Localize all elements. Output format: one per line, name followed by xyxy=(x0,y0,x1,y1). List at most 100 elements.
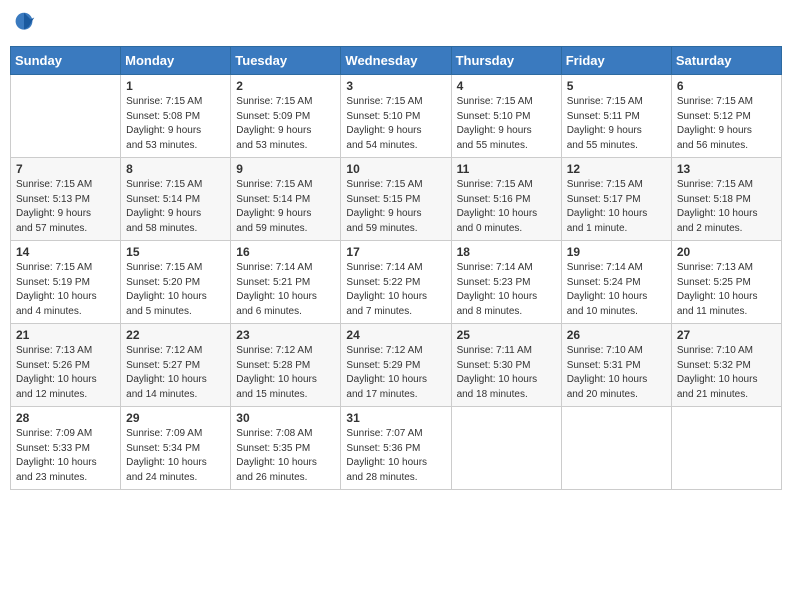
calendar-cell: 5 Sunrise: 7:15 AMSunset: 5:11 PMDaylight… xyxy=(561,75,671,158)
day-info: Sunrise: 7:15 AMSunset: 5:16 PMDaylight:… xyxy=(457,178,556,236)
calendar-cell: 6 Sunrise: 7:15 AMSunset: 5:12 PMDaylight… xyxy=(671,75,781,158)
calendar-cell: 2 Sunrise: 7:15 AMSunset: 5:09 PMDaylight… xyxy=(231,75,341,158)
day-number: 21 xyxy=(16,328,115,342)
day-number: 10 xyxy=(346,162,445,176)
calendar-cell: 15 Sunrise: 7:15 AMSunset: 5:20 PMDayligh… xyxy=(121,241,231,324)
day-info: Sunrise: 7:15 AMSunset: 5:09 PMDaylight:… xyxy=(236,95,335,153)
logo xyxy=(10,10,42,38)
calendar-cell: 23 Sunrise: 7:12 AMSunset: 5:28 PMDayligh… xyxy=(231,324,341,407)
day-number: 5 xyxy=(567,79,666,93)
day-number: 23 xyxy=(236,328,335,342)
calendar-cell: 3 Sunrise: 7:15 AMSunset: 5:10 PMDaylight… xyxy=(341,75,451,158)
day-info: Sunrise: 7:15 AMSunset: 5:11 PMDaylight:… xyxy=(567,95,666,153)
calendar-cell: 4Sunrise: 7:15 AMSunset: 5:10 PMDaylight… xyxy=(451,75,561,158)
day-number: 3 xyxy=(346,79,445,93)
day-number: 11 xyxy=(457,162,556,176)
weekday-header-friday: Friday xyxy=(561,47,671,75)
day-number: 19 xyxy=(567,245,666,259)
day-info: Sunrise: 7:15 AMSunset: 5:17 PMDaylight:… xyxy=(567,178,666,236)
calendar-cell: 16 Sunrise: 7:14 AMSunset: 5:21 PMDayligh… xyxy=(231,241,341,324)
calendar-cell xyxy=(11,75,121,158)
calendar-cell: 7 Sunrise: 7:15 AMSunset: 5:13 PMDaylight… xyxy=(11,158,121,241)
calendar-cell xyxy=(451,407,561,490)
day-number: 7 xyxy=(16,162,115,176)
day-info: Sunrise: 7:15 AMSunset: 5:14 PMDaylight:… xyxy=(236,178,335,236)
calendar-cell: 17Sunrise: 7:14 AMSunset: 5:22 PMDayligh… xyxy=(341,241,451,324)
day-info: Sunrise: 7:10 AMSunset: 5:32 PMDaylight:… xyxy=(677,344,776,402)
day-number: 9 xyxy=(236,162,335,176)
day-info: Sunrise: 7:13 AMSunset: 5:26 PMDaylight:… xyxy=(16,344,115,402)
calendar-cell: 20 Sunrise: 7:13 AMSunset: 5:25 PMDayligh… xyxy=(671,241,781,324)
day-number: 15 xyxy=(126,245,225,259)
calendar-cell xyxy=(561,407,671,490)
calendar-cell: 21 Sunrise: 7:13 AMSunset: 5:26 PMDayligh… xyxy=(11,324,121,407)
day-info: Sunrise: 7:15 AMSunset: 5:08 PMDaylight:… xyxy=(126,95,225,153)
day-info: Sunrise: 7:07 AMSunset: 5:36 PMDaylight:… xyxy=(346,427,445,485)
day-number: 27 xyxy=(677,328,776,342)
weekday-header-monday: Monday xyxy=(121,47,231,75)
logo-icon xyxy=(10,10,38,38)
day-info: Sunrise: 7:12 AMSunset: 5:28 PMDaylight:… xyxy=(236,344,335,402)
weekday-header-sunday: Sunday xyxy=(11,47,121,75)
weekday-header-saturday: Saturday xyxy=(671,47,781,75)
calendar-cell: 8 Sunrise: 7:15 AMSunset: 5:14 PMDaylight… xyxy=(121,158,231,241)
calendar-cell xyxy=(671,407,781,490)
day-info: Sunrise: 7:09 AMSunset: 5:33 PMDaylight:… xyxy=(16,427,115,485)
day-info: Sunrise: 7:15 AMSunset: 5:18 PMDaylight:… xyxy=(677,178,776,236)
day-number: 31 xyxy=(346,411,445,425)
day-info: Sunrise: 7:13 AMSunset: 5:25 PMDaylight:… xyxy=(677,261,776,319)
day-number: 24 xyxy=(346,328,445,342)
day-info: Sunrise: 7:14 AMSunset: 5:21 PMDaylight:… xyxy=(236,261,335,319)
week-row-2: 7 Sunrise: 7:15 AMSunset: 5:13 PMDaylight… xyxy=(11,158,782,241)
day-number: 13 xyxy=(677,162,776,176)
calendar-cell: 18 Sunrise: 7:14 AMSunset: 5:23 PMDayligh… xyxy=(451,241,561,324)
calendar-cell: 24Sunrise: 7:12 AMSunset: 5:29 PMDayligh… xyxy=(341,324,451,407)
day-info: Sunrise: 7:15 AMSunset: 5:19 PMDaylight:… xyxy=(16,261,115,319)
calendar-cell: 10 Sunrise: 7:15 AMSunset: 5:15 PMDayligh… xyxy=(341,158,451,241)
calendar-cell: 25Sunrise: 7:11 AMSunset: 5:30 PMDayligh… xyxy=(451,324,561,407)
day-number: 8 xyxy=(126,162,225,176)
day-info: Sunrise: 7:10 AMSunset: 5:31 PMDaylight:… xyxy=(567,344,666,402)
day-number: 26 xyxy=(567,328,666,342)
day-info: Sunrise: 7:15 AMSunset: 5:10 PMDaylight:… xyxy=(346,95,445,153)
weekday-header-wednesday: Wednesday xyxy=(341,47,451,75)
day-info: Sunrise: 7:15 AMSunset: 5:12 PMDaylight:… xyxy=(677,95,776,153)
day-number: 6 xyxy=(677,79,776,93)
calendar-header: SundayMondayTuesdayWednesdayThursdayFrid… xyxy=(11,47,782,75)
day-number: 18 xyxy=(457,245,556,259)
day-number: 22 xyxy=(126,328,225,342)
week-row-4: 21 Sunrise: 7:13 AMSunset: 5:26 PMDayligh… xyxy=(11,324,782,407)
day-number: 1 xyxy=(126,79,225,93)
day-number: 4 xyxy=(457,79,556,93)
calendar-cell: 1 Sunrise: 7:15 AMSunset: 5:08 PMDaylight… xyxy=(121,75,231,158)
day-info: Sunrise: 7:15 AMSunset: 5:15 PMDaylight:… xyxy=(346,178,445,236)
day-number: 28 xyxy=(16,411,115,425)
day-info: Sunrise: 7:08 AMSunset: 5:35 PMDaylight:… xyxy=(236,427,335,485)
day-number: 17 xyxy=(346,245,445,259)
day-info: Sunrise: 7:14 AMSunset: 5:23 PMDaylight:… xyxy=(457,261,556,319)
calendar-cell: 9 Sunrise: 7:15 AMSunset: 5:14 PMDaylight… xyxy=(231,158,341,241)
weekday-header-thursday: Thursday xyxy=(451,47,561,75)
calendar-cell: 28 Sunrise: 7:09 AMSunset: 5:33 PMDayligh… xyxy=(11,407,121,490)
calendar-cell: 26 Sunrise: 7:10 AMSunset: 5:31 PMDayligh… xyxy=(561,324,671,407)
day-info: Sunrise: 7:15 AMSunset: 5:13 PMDaylight:… xyxy=(16,178,115,236)
day-info: Sunrise: 7:14 AMSunset: 5:24 PMDaylight:… xyxy=(567,261,666,319)
calendar-cell: 19 Sunrise: 7:14 AMSunset: 5:24 PMDayligh… xyxy=(561,241,671,324)
day-info: Sunrise: 7:09 AMSunset: 5:34 PMDaylight:… xyxy=(126,427,225,485)
day-number: 12 xyxy=(567,162,666,176)
day-info: Sunrise: 7:15 AMSunset: 5:14 PMDaylight:… xyxy=(126,178,225,236)
calendar-cell: 30 Sunrise: 7:08 AMSunset: 5:35 PMDayligh… xyxy=(231,407,341,490)
calendar-cell: 13 Sunrise: 7:15 AMSunset: 5:18 PMDayligh… xyxy=(671,158,781,241)
day-number: 16 xyxy=(236,245,335,259)
calendar-table: SundayMondayTuesdayWednesdayThursdayFrid… xyxy=(10,46,782,490)
day-number: 29 xyxy=(126,411,225,425)
day-number: 14 xyxy=(16,245,115,259)
day-number: 2 xyxy=(236,79,335,93)
week-row-5: 28 Sunrise: 7:09 AMSunset: 5:33 PMDayligh… xyxy=(11,407,782,490)
calendar-cell: 11 Sunrise: 7:15 AMSunset: 5:16 PMDayligh… xyxy=(451,158,561,241)
day-info: Sunrise: 7:15 AMSunset: 5:20 PMDaylight:… xyxy=(126,261,225,319)
week-row-1: 1 Sunrise: 7:15 AMSunset: 5:08 PMDaylight… xyxy=(11,75,782,158)
day-number: 30 xyxy=(236,411,335,425)
day-number: 20 xyxy=(677,245,776,259)
week-row-3: 14 Sunrise: 7:15 AMSunset: 5:19 PMDayligh… xyxy=(11,241,782,324)
